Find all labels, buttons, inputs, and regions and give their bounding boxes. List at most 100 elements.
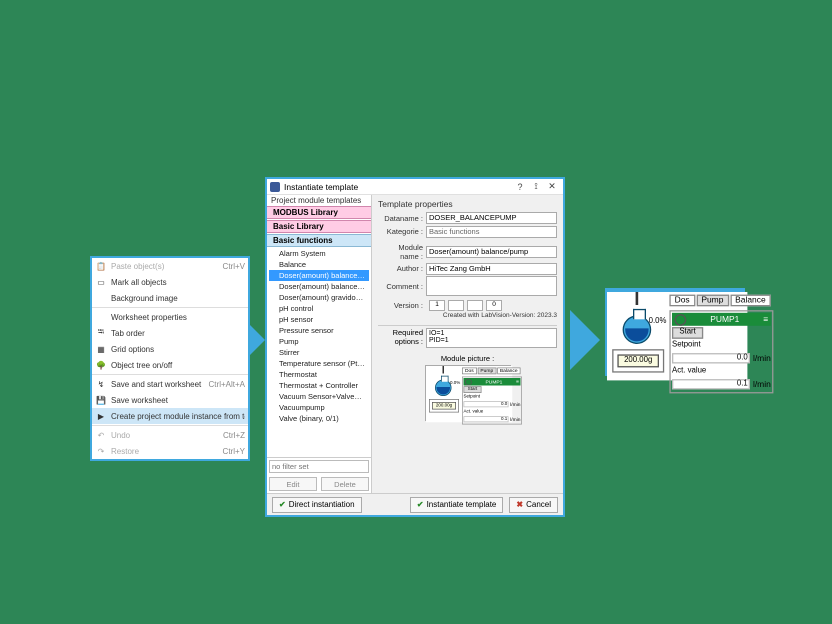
balance-display: 200.00g [612,349,664,372]
menu-item-label: Undo [111,431,217,440]
menu-item-icon: ▶ [95,412,107,421]
kategorie-field[interactable]: Basic functions [426,226,557,238]
template-list-item[interactable]: Vacuum Sensor+Valve+Control [269,391,369,402]
menu-item[interactable]: 🌳 Object tree on/off [92,357,248,373]
template-list-item[interactable]: Alarm System [269,248,369,259]
template-list-item[interactable]: Temperature sensor (Pt100) [269,358,369,369]
menu-item-label: Restore [111,447,217,456]
edit-button[interactable]: Edit [269,477,317,491]
tab-pump[interactable]: Pump [696,295,728,307]
template-list-item[interactable]: Thermostat + Controller [269,380,369,391]
template-list-item[interactable]: Valve (binary, 0/1) [269,413,369,424]
template-properties-panel: Template properties Dataname :DOSER_BALA… [372,195,563,493]
properties-title: Template properties [378,199,557,209]
instantiate-template-dialog: Instantiate template ? ⟟ ✕ Project modul… [265,177,565,517]
cancel-button[interactable]: ✖Cancel [509,497,558,513]
actual-value-label: Act. value [672,367,711,375]
setpoint-label: Setpoint [672,341,711,349]
template-list-item[interactable]: Doser(amount) gravidos/valve [269,292,369,303]
check-icon: ✔ [417,500,424,509]
close-icon[interactable]: ✕ [544,181,560,192]
flow-arrow-2 [570,310,600,370]
category-modbus[interactable]: MODBUS Library [267,206,371,219]
tab-dos[interactable]: Dos [669,295,694,307]
context-menu: 📋Paste object(s)Ctrl+V▭Mark all objectsB… [90,256,250,461]
actual-value-field: 0.1 [672,379,750,389]
menu-item-label: Paste object(s) [111,262,217,271]
menu-item-label: Save and start worksheet [111,380,203,389]
created-with-label: Created with LabVision-Version: 2023.3 [378,312,557,319]
module-tabs: Dos Pump Balance [669,295,770,307]
required-options-field[interactable]: IO=1 PID=1 [426,328,557,348]
dataname-field[interactable]: DOSER_BALANCEPUMP [426,212,557,224]
menu-item: ↶ Undo Ctrl+Z [92,427,248,443]
module-preview: 0.0% 200.00g Dos Pump Balance PUMP1≡ Sta… [605,288,745,376]
direct-instantiation-button[interactable]: ✔Direct instantiation [272,497,362,513]
pump-control-box: PUMP1≡ Start Setpoint 0.0l/min Act. valu… [669,310,773,393]
version-major[interactable]: 1 [429,300,445,311]
menu-item-label: Object tree on/off [111,361,245,370]
start-button[interactable]: Start [672,326,703,338]
status-indicator-icon [675,313,687,325]
template-list-item[interactable]: Balance [269,259,369,270]
instantiate-template-button[interactable]: ✔Instantiate template [410,497,504,513]
menu-item-icon: ▭ [95,278,107,287]
template-list: Alarm SystemBalanceDoser(amount) balance… [267,248,371,457]
percent-label: 0.0% [649,318,667,326]
menu-item-shortcut: Ctrl+Z [223,431,245,440]
category-basic[interactable]: Basic Library [267,220,371,233]
menu-item[interactable]: ▶ Create project module instance from tem… [92,408,248,424]
menu-item-label: Background image [111,294,245,303]
menu-item: 📋Paste object(s)Ctrl+V [92,258,248,274]
template-list-item[interactable]: Pump [269,336,369,347]
version-build[interactable]: 0 [486,300,502,311]
template-list-item[interactable]: Stirrer [269,347,369,358]
pin-icon[interactable]: ⟟ [528,181,544,192]
menu-item-icon: 🌳 [95,361,107,370]
menu-item-icon: ↶ [95,431,107,440]
template-list-item[interactable]: Doser(amount) balance/valve [269,281,369,292]
menu-item[interactable]: 💾 Save worksheet [92,392,248,408]
filter-input[interactable] [269,460,369,473]
template-list-item[interactable]: Vacuumpump [269,402,369,413]
pump-header: PUMP1 [710,315,739,324]
author-field[interactable]: HiTec Zang GmbH [426,263,557,275]
delete-button[interactable]: Delete [321,477,369,491]
menu-item-label: Create project module instance from temp… [111,412,245,421]
comment-field[interactable] [426,276,557,296]
menu-item-icon: 📋 [95,262,107,271]
help-icon[interactable]: ? [512,182,528,192]
tree-header: Project module templates [267,195,371,206]
setpoint-field[interactable]: 0.0 [672,353,750,363]
template-tree-panel: Project module templates MODBUS Library … [267,195,372,493]
version-minor[interactable] [448,300,464,311]
menu-item[interactable]: ⭾Tab order [92,325,248,341]
menu-item[interactable]: ▭Mark all objects [92,274,248,290]
template-list-item[interactable]: pH control [269,303,369,314]
x-icon: ✖ [516,500,523,509]
version-patch[interactable] [467,300,483,311]
menu-item[interactable]: Worksheet properties [92,309,248,325]
dialog-footer: ✔Direct instantiation ✔Instantiate templ… [267,493,563,515]
menu-item[interactable]: Background image [92,290,248,306]
menu-icon[interactable]: ≡ [763,315,768,324]
app-icon [270,182,280,192]
menu-item-icon: ▦ [95,345,107,354]
template-list-item[interactable]: pH sensor [269,314,369,325]
flask-icon [623,315,652,344]
module-name-field[interactable]: Doser(amount) balance/pump [426,246,557,258]
menu-item[interactable]: ▦ Grid options [92,341,248,357]
tab-balance[interactable]: Balance [730,295,771,307]
menu-item[interactable]: ↯Save and start worksheetCtrl+Alt+A [92,376,248,392]
menu-item-label: Save worksheet [111,396,245,405]
menu-item-label: Grid options [111,345,245,354]
template-list-item[interactable]: Pressure sensor [269,325,369,336]
menu-item: ↷RestoreCtrl+Y [92,443,248,459]
dialog-title: Instantiate template [284,182,512,192]
menu-item-label: Worksheet properties [111,313,245,322]
menu-item-icon: 💾 [95,396,107,405]
subcategory-basic-functions[interactable]: Basic functions [267,234,371,247]
template-list-item[interactable]: Thermostat [269,369,369,380]
template-list-item[interactable]: Doser(amount) balance/pump [269,270,369,281]
menu-item-icon: ⭾ [95,326,107,340]
